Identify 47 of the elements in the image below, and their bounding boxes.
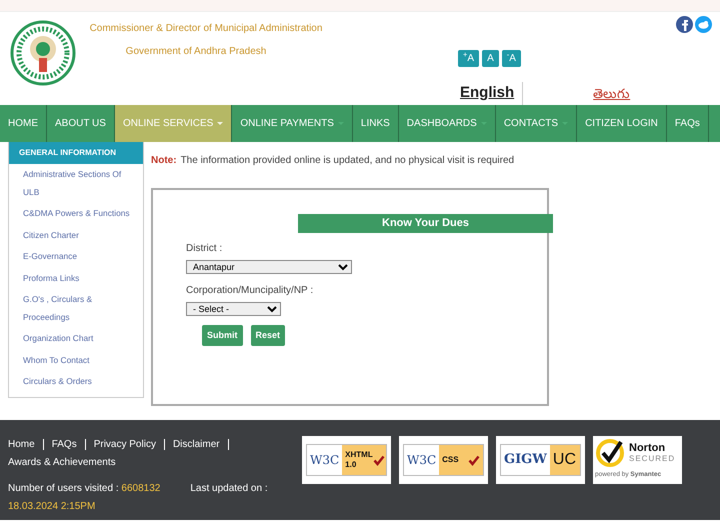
note-text: The information provided online is updated, and no physical visit is required bbox=[180, 154, 514, 168]
nav-item[interactable]: CONTACTS bbox=[496, 105, 578, 142]
emblem-logo bbox=[10, 20, 76, 86]
dropdown-heading: GENERAL INFORMATION bbox=[9, 142, 143, 164]
stat-label: Number of users visited : bbox=[8, 483, 119, 494]
nav-item[interactable]: LINKS bbox=[352, 105, 399, 142]
stat-value: 18.03.2024 2:15PM bbox=[8, 501, 96, 512]
stat-label: Last updated on : bbox=[190, 483, 268, 494]
form-button[interactable]: Reset bbox=[250, 324, 286, 346]
dropdown-item[interactable]: Proforma Links bbox=[9, 268, 143, 289]
compliance-badge: W3C CSS bbox=[399, 436, 488, 484]
select-field[interactable]: - Select - bbox=[186, 302, 281, 316]
header-title: Commissioner & Director of Municipal Administration bbox=[88, 22, 324, 36]
note-label: Note: bbox=[151, 154, 177, 168]
compliance-badge: GIGW UC bbox=[496, 436, 585, 484]
dropdown-item[interactable]: Administrative Sections Of ULB bbox=[9, 164, 143, 203]
footer-link[interactable]: Privacy Policy bbox=[94, 439, 156, 450]
header-subtitle: Government of Andhra Pradesh bbox=[124, 45, 268, 59]
facebook-icon bbox=[676, 16, 693, 33]
font-size-button[interactable]: $^{-}$A bbox=[502, 50, 521, 67]
section-title: Know Your Dues bbox=[298, 214, 553, 232]
nav-item[interactable]: FAQs bbox=[666, 105, 709, 142]
check-icon bbox=[372, 454, 385, 466]
font-size-button[interactable]: A bbox=[482, 50, 499, 67]
form-button[interactable]: Submit bbox=[202, 324, 242, 346]
nav-item[interactable]: ONLINE PAYMENTS bbox=[232, 105, 353, 142]
select-field[interactable]: Anantapur bbox=[186, 260, 352, 274]
footer-link[interactable]: Awards & Achievements bbox=[8, 457, 116, 468]
dropdown-item[interactable]: Whom To Contact bbox=[9, 350, 143, 371]
nav-item[interactable]: CITIZEN LOGIN bbox=[577, 105, 667, 142]
footer-link[interactable]: Home bbox=[8, 439, 35, 450]
stat-value: 6608132 bbox=[121, 483, 160, 494]
dropdown-item[interactable]: Citizen Charter bbox=[9, 224, 143, 246]
nav-item[interactable]: DASHBOARDS bbox=[398, 105, 496, 142]
field-label: Corporation/Muncipality/NP : bbox=[186, 284, 314, 298]
font-size-button[interactable]: $^{+}$A bbox=[458, 50, 480, 67]
dropdown-item[interactable]: G.O's , Circulars & Proceedings bbox=[9, 289, 143, 328]
footer-link[interactable]: Disclaimer bbox=[172, 439, 220, 450]
dropdown-item[interactable]: E-Governance bbox=[9, 246, 143, 268]
dropdown-item[interactable]: Circulars & Orders bbox=[9, 371, 143, 392]
checkmark-icon bbox=[595, 438, 625, 468]
field-label: District : bbox=[186, 242, 224, 256]
footer-link[interactable]: FAQs bbox=[52, 439, 77, 450]
dropdown-item[interactable]: Organization Chart bbox=[9, 328, 143, 350]
language-link[interactable]: తెలుగు bbox=[593, 84, 630, 103]
dropdown-item[interactable]: C&DMA Powers & Functions bbox=[9, 203, 143, 224]
check-icon bbox=[468, 454, 480, 466]
